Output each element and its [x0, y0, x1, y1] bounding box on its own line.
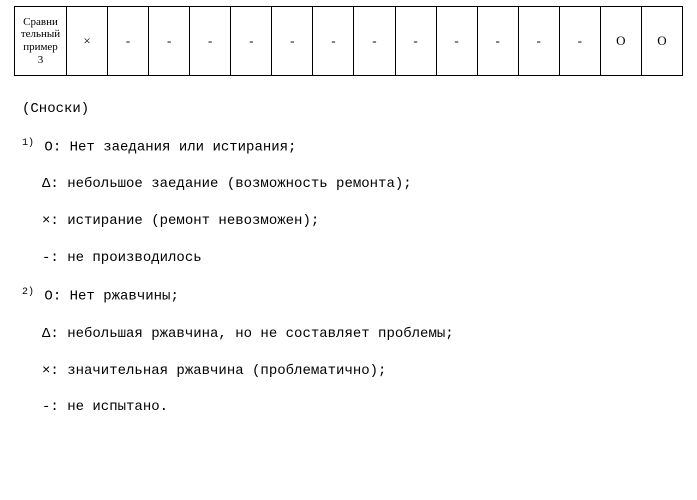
footnote-text: O: Нет ржавчины; [44, 289, 178, 305]
footnote-text: Δ: небольшая ржавчина, но не составляет … [42, 326, 454, 342]
footnote-text: -: не производилось [42, 250, 202, 266]
footnote-text: ×: истирание (ремонт невозможен); [42, 213, 319, 229]
table-cell: - [354, 7, 395, 76]
table-cell: - [231, 7, 272, 76]
table-cell: - [149, 7, 190, 76]
footnotes-heading: (Сноски) [22, 100, 683, 119]
table-cell: - [190, 7, 231, 76]
table-cell: - [313, 7, 354, 76]
footnote-text: O: Нет заедания или истирания; [44, 140, 296, 156]
footnotes: (Сноски) 1) O: Нет заедания или истирани… [14, 100, 683, 417]
footnote-line: -: не производилось [22, 249, 683, 268]
footnote-text: Δ: небольшое заедание (возможность ремон… [42, 176, 412, 192]
table-cell: - [518, 7, 559, 76]
table-cell: - [559, 7, 600, 76]
footnote-mark: 2) [22, 287, 34, 298]
footnote-line: ×: значительная ржавчина (проблематично)… [22, 362, 683, 381]
table-cell: - [272, 7, 313, 76]
footnote-line: ×: истирание (ремонт невозможен); [22, 212, 683, 231]
footnote-line: 1) O: Нет заедания или истирания; [22, 137, 683, 158]
table-cell: - [108, 7, 149, 76]
footnote-mark: 1) [22, 138, 34, 149]
table-row: Сравнительныйпример3 × - - - - - - - - -… [15, 7, 683, 76]
table-cell: × [67, 7, 108, 76]
table-cell: O [600, 7, 641, 76]
footnote-line: Δ: небольшое заедание (возможность ремон… [22, 175, 683, 194]
footnote-text: -: не испытано. [42, 399, 168, 415]
table-cell: O [641, 7, 682, 76]
row-header: Сравнительныйпример3 [15, 7, 67, 76]
table-cell: - [436, 7, 477, 76]
table-cell: - [477, 7, 518, 76]
footnote-line: -: не испытано. [22, 398, 683, 417]
footnote-text: ×: значительная ржавчина (проблематично)… [42, 363, 386, 379]
results-table: Сравнительныйпример3 × - - - - - - - - -… [14, 6, 683, 76]
table-cell: - [395, 7, 436, 76]
footnote-line: 2) O: Нет ржавчины; [22, 286, 683, 307]
footnote-line: Δ: небольшая ржавчина, но не составляет … [22, 325, 683, 344]
row-header-text: Сравнительныйпример3 [21, 16, 60, 66]
